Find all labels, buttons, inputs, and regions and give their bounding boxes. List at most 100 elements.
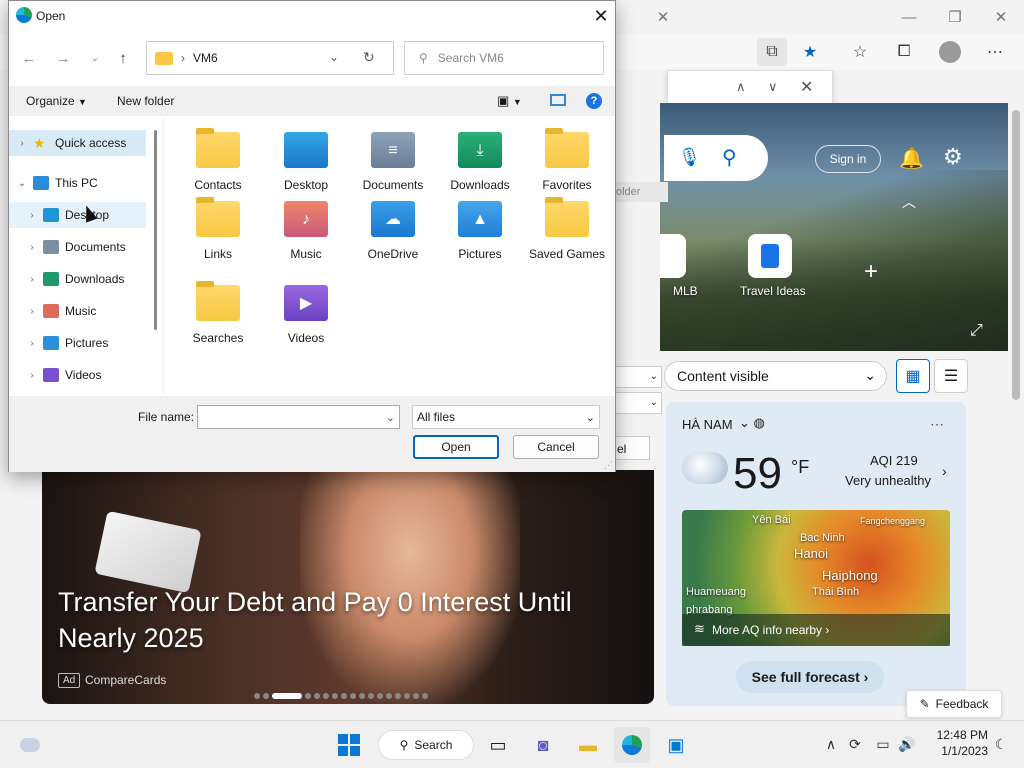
- address-bar[interactable]: › VM6 ⌄ ↻: [146, 41, 394, 75]
- settings-gear-icon[interactable]: ⚙: [943, 144, 963, 170]
- tree-item[interactable]: › Videos: [9, 362, 146, 388]
- carousel-dot[interactable]: [404, 693, 410, 699]
- favorites-icon[interactable]: ☆: [845, 38, 875, 66]
- volume-icon[interactable]: 🔊: [896, 734, 918, 754]
- carousel-dot[interactable]: [272, 693, 302, 699]
- profile-avatar-icon[interactable]: [935, 38, 965, 66]
- promo-title[interactable]: Transfer Your Debt and Pay 0 Interest Un…: [58, 584, 638, 656]
- grid-view-icon[interactable]: ▦: [896, 359, 930, 393]
- tree-item[interactable]: › Pictures: [9, 330, 146, 356]
- file-item[interactable]: Searches: [178, 281, 258, 346]
- window-close-icon[interactable]: ✕: [978, 4, 1024, 30]
- partial-dropdown[interactable]: ⌄: [612, 392, 662, 414]
- file-item[interactable]: ≡ Documents: [353, 132, 433, 193]
- carousel-dots[interactable]: [254, 692, 454, 700]
- tile-travel-ideas[interactable]: [748, 234, 792, 278]
- weather-more-icon[interactable]: ⋯: [930, 416, 944, 433]
- chevron-right-icon[interactable]: ›: [25, 306, 39, 317]
- carousel-dot[interactable]: [263, 693, 269, 699]
- store-icon[interactable]: ▣: [658, 727, 694, 763]
- display-icon[interactable]: ▭: [872, 734, 894, 754]
- tree-item[interactable]: › Music: [9, 298, 146, 324]
- chevron-right-icon[interactable]: ›: [15, 138, 29, 149]
- translate-icon[interactable]: ⧉: [757, 38, 787, 66]
- view-options-icon[interactable]: ▣ ▼: [497, 93, 522, 109]
- chevron-right-icon[interactable]: ›: [25, 338, 39, 349]
- weather-widget-icon[interactable]: [12, 727, 48, 763]
- add-tile-icon[interactable]: +: [864, 258, 878, 286]
- see-full-forecast-button[interactable]: See full forecast ›: [736, 661, 884, 693]
- carousel-dot[interactable]: [413, 693, 419, 699]
- file-item[interactable]: Contacts: [178, 128, 258, 193]
- file-item[interactable]: ▲ Pictures: [440, 201, 520, 262]
- open-button[interactable]: Open: [413, 435, 499, 459]
- taskbar-search[interactable]: ⚲ Search: [378, 730, 474, 760]
- tree-item[interactable]: › Downloads: [9, 266, 146, 292]
- carousel-dot[interactable]: [323, 693, 329, 699]
- chevron-right-icon[interactable]: ›: [25, 210, 39, 221]
- clock[interactable]: 12:48 PM 1/1/2023: [926, 727, 988, 759]
- more-menu-icon[interactable]: ⋯: [980, 38, 1010, 66]
- tree-item[interactable]: › Desktop: [9, 202, 146, 228]
- more-aq-info-link[interactable]: More AQ info nearby ›: [682, 614, 950, 646]
- chevron-right-icon[interactable]: ›: [25, 274, 39, 285]
- carousel-dot[interactable]: [341, 693, 347, 699]
- search-icon[interactable]: ⚲: [722, 145, 737, 170]
- tree-item[interactable]: ⌄ This PC: [9, 170, 146, 196]
- carousel-dot[interactable]: [422, 693, 428, 699]
- aqi-chevron-icon[interactable]: ›: [942, 463, 947, 479]
- refresh-icon[interactable]: ↻: [363, 49, 375, 66]
- forward-icon[interactable]: →: [50, 44, 76, 72]
- carousel-dot[interactable]: [350, 693, 356, 699]
- notifications-bell-icon[interactable]: 🔔: [899, 146, 924, 171]
- file-explorer-icon[interactable]: ▬: [570, 727, 606, 763]
- file-type-filter[interactable]: All files ⌄: [412, 405, 600, 429]
- microphone-icon[interactable]: 🎙: [678, 147, 701, 168]
- carousel-dot[interactable]: [314, 693, 320, 699]
- file-item[interactable]: Saved Games: [527, 197, 607, 262]
- start-icon[interactable]: [331, 727, 367, 763]
- file-item[interactable]: ☁ OneDrive: [353, 201, 433, 262]
- chevron-down-icon[interactable]: ⌄: [15, 178, 29, 189]
- navigation-scroll-thumb[interactable]: [154, 130, 157, 330]
- back-icon[interactable]: ←: [16, 44, 42, 72]
- tab-close-icon[interactable]: ✕: [640, 4, 686, 30]
- location-chevron-icon[interactable]: ⌄ ◍: [739, 415, 765, 431]
- carousel-dot[interactable]: [332, 693, 338, 699]
- partial-dropdown[interactable]: ⌄: [612, 366, 662, 388]
- carousel-dot[interactable]: [368, 693, 374, 699]
- file-item[interactable]: Favorites: [527, 128, 607, 193]
- address-dropdown-icon[interactable]: ⌄: [329, 50, 339, 64]
- weather-location[interactable]: HÀ NAM: [682, 417, 733, 432]
- up-icon[interactable]: ↑: [110, 44, 136, 72]
- file-item[interactable]: ▶ Videos: [266, 285, 346, 346]
- web-search-box[interactable]: 🎙 ⚲: [664, 135, 768, 181]
- carousel-dot[interactable]: [395, 693, 401, 699]
- tree-item[interactable]: › ★ Quick access: [9, 130, 146, 156]
- file-item[interactable]: Desktop: [266, 132, 346, 193]
- resize-grip-icon[interactable]: ⋰: [604, 460, 613, 471]
- content-visibility-dropdown[interactable]: Content visible ⌄: [664, 361, 887, 391]
- feedback-button[interactable]: ✎ Feedback: [906, 690, 1002, 718]
- edge-taskbar-icon[interactable]: [614, 727, 650, 763]
- expand-icon[interactable]: ⤢: [970, 322, 983, 340]
- temperature-unit[interactable]: °F: [791, 457, 809, 478]
- search-input[interactable]: ⚲ Search VM6: [404, 41, 604, 75]
- collections-icon[interactable]: ⧠: [889, 38, 919, 66]
- organize-button[interactable]: Organize ▼: [26, 94, 87, 108]
- new-folder-button[interactable]: New folder: [117, 94, 174, 108]
- file-name-input[interactable]: ⌄: [197, 405, 400, 429]
- find-next-icon[interactable]: ∨: [768, 79, 778, 95]
- carousel-dot[interactable]: [359, 693, 365, 699]
- favorite-star-icon[interactable]: ★: [795, 38, 825, 66]
- file-item[interactable]: ⤓ Downloads: [440, 132, 520, 193]
- minimize-icon[interactable]: —: [886, 4, 932, 30]
- partial-cancel-button[interactable]: el: [612, 436, 650, 460]
- tile-mlb[interactable]: [660, 234, 686, 278]
- dialog-close-icon[interactable]: ✕: [589, 6, 613, 26]
- chevron-right-icon[interactable]: ›: [25, 242, 39, 253]
- chevron-down-icon[interactable]: ⌄: [386, 411, 395, 424]
- chat-icon[interactable]: ◙: [525, 727, 561, 763]
- sync-icon[interactable]: ⟳: [844, 734, 866, 754]
- carousel-dot[interactable]: [377, 693, 383, 699]
